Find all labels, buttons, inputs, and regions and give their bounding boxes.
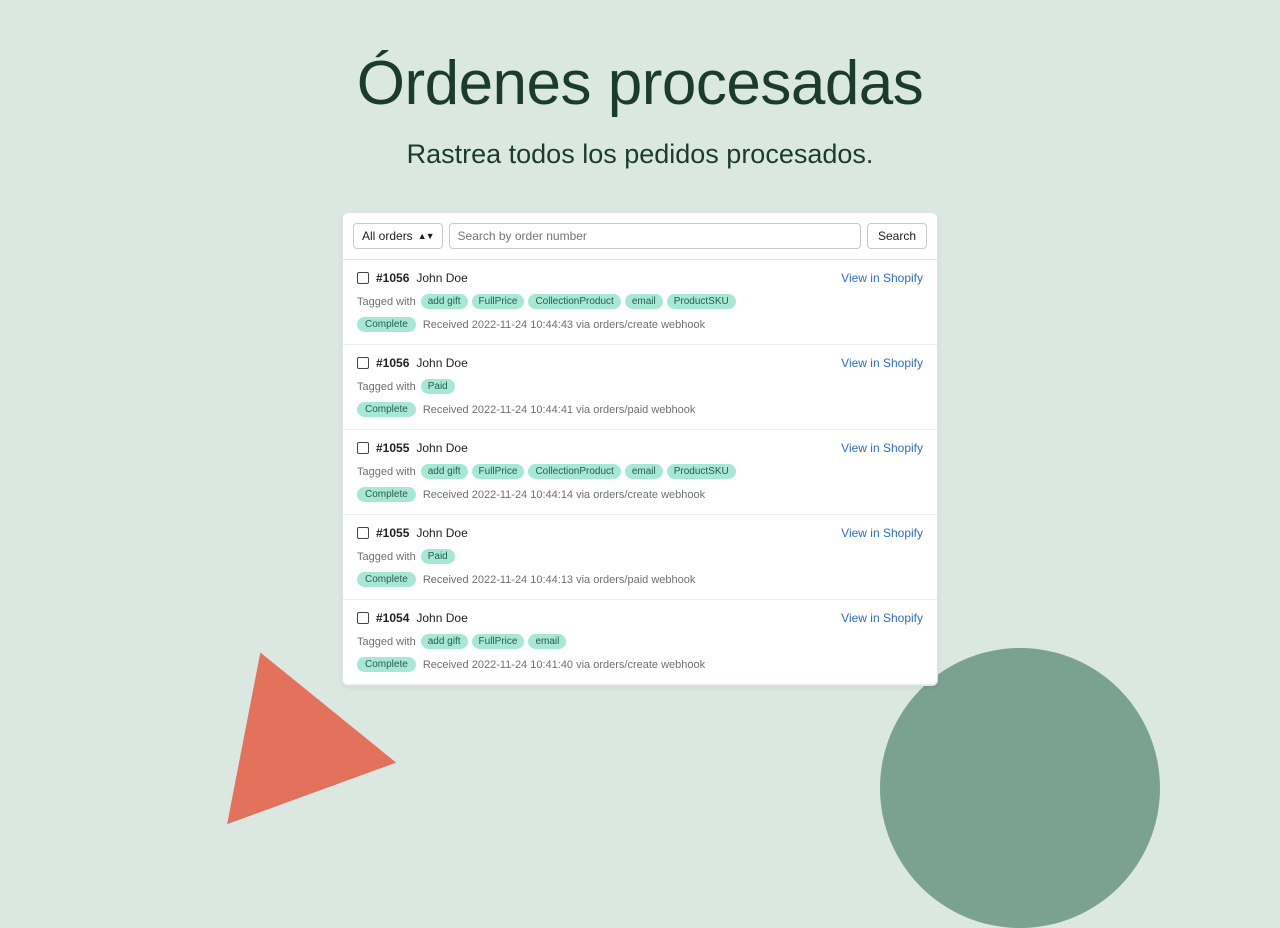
view-in-shopify-link[interactable]: View in Shopify — [841, 356, 923, 370]
tagged-with-label: Tagged with — [357, 636, 416, 648]
tag-pill: add gift — [421, 464, 468, 479]
status-badge: Complete — [357, 657, 416, 672]
tag-pill: FullPrice — [472, 294, 525, 309]
tag-pill: Paid — [421, 379, 455, 394]
order-checkbox[interactable] — [357, 527, 369, 539]
tag-pill: FullPrice — [472, 464, 525, 479]
page-subtitle: Rastrea todos los pedidos procesados. — [0, 139, 1280, 170]
tag-pill: add gift — [421, 634, 468, 649]
tag-pill: email — [625, 464, 663, 479]
tagged-with-label: Tagged with — [357, 466, 416, 478]
received-text: Received 2022-11-24 10:44:13 via orders/… — [423, 574, 696, 586]
view-in-shopify-link[interactable]: View in Shopify — [841, 441, 923, 455]
status-row: Complete Received 2022-11-24 10:41:40 via… — [357, 657, 923, 672]
order-number: #1055 — [376, 441, 409, 455]
sort-icon: ▲▼ — [418, 232, 434, 241]
tag-pill: ProductSKU — [667, 464, 736, 479]
search-input[interactable] — [449, 223, 861, 249]
order-number: #1054 — [376, 611, 409, 625]
status-row: Complete Received 2022-11-24 10:44:41 via… — [357, 402, 923, 417]
tag-pill: email — [528, 634, 566, 649]
order-item: #1056 John Doe View in Shopify Tagged with P… — [343, 345, 937, 430]
status-badge: Complete — [357, 572, 416, 587]
tags-row: Tagged with Paid — [357, 549, 923, 564]
order-item: #1054 John Doe View in Shopify Tagged with a… — [343, 600, 937, 685]
order-checkbox[interactable] — [357, 357, 369, 369]
order-customer-name: John Doe — [416, 271, 467, 285]
order-customer-name: John Doe — [416, 356, 467, 370]
tag-pill: CollectionProduct — [528, 464, 620, 479]
received-text: Received 2022-11-24 10:44:14 via orders/… — [423, 489, 705, 501]
order-head: #1056 John Doe View in Shopify — [357, 356, 923, 370]
order-item: #1055 John Doe View in Shopify Tagged with P… — [343, 515, 937, 600]
view-in-shopify-link[interactable]: View in Shopify — [841, 271, 923, 285]
tag-pill: Paid — [421, 549, 455, 564]
search-button[interactable]: Search — [867, 223, 927, 249]
tags-row: Tagged with add gift FullPriceCollectionPr… — [357, 464, 923, 479]
status-row: Complete Received 2022-11-24 10:44:43 via… — [357, 317, 923, 332]
tags-row: Tagged with Paid — [357, 379, 923, 394]
order-list: #1056 John Doe View in Shopify Tagged with a… — [343, 260, 937, 685]
tag-pill: add gift — [421, 294, 468, 309]
received-text: Received 2022-11-24 10:44:41 via orders/… — [423, 404, 696, 416]
page-title: Órdenes procesadas — [0, 48, 1280, 119]
view-in-shopify-link[interactable]: View in Shopify — [841, 526, 923, 540]
tag-pill: email — [625, 294, 663, 309]
tag-pill: CollectionProduct — [528, 294, 620, 309]
order-head: #1054 John Doe View in Shopify — [357, 611, 923, 625]
orders-panel: All orders ▲▼ Search #1056 John Doe View i… — [342, 212, 938, 686]
tags-row: Tagged with add gift FullPriceemail — [357, 634, 923, 649]
tagged-with-label: Tagged with — [357, 296, 416, 308]
order-checkbox[interactable] — [357, 272, 369, 284]
order-checkbox[interactable] — [357, 612, 369, 624]
order-number: #1056 — [376, 356, 409, 370]
toolbar: All orders ▲▼ Search — [343, 213, 937, 260]
received-text: Received 2022-11-24 10:41:40 via orders/… — [423, 659, 705, 671]
tags-row: Tagged with add gift FullPriceCollectionPr… — [357, 294, 923, 309]
order-number: #1056 — [376, 271, 409, 285]
view-in-shopify-link[interactable]: View in Shopify — [841, 611, 923, 625]
status-row: Complete Received 2022-11-24 10:44:13 via… — [357, 572, 923, 587]
filter-select[interactable]: All orders ▲▼ — [353, 223, 443, 249]
order-customer-name: John Doe — [416, 526, 467, 540]
status-badge: Complete — [357, 487, 416, 502]
order-customer-name: John Doe — [416, 441, 467, 455]
filter-label: All orders — [362, 229, 413, 243]
status-badge: Complete — [357, 402, 416, 417]
order-number: #1055 — [376, 526, 409, 540]
tagged-with-label: Tagged with — [357, 551, 416, 563]
order-head: #1056 John Doe View in Shopify — [357, 271, 923, 285]
tag-pill: ProductSKU — [667, 294, 736, 309]
order-head: #1055 John Doe View in Shopify — [357, 441, 923, 455]
tagged-with-label: Tagged with — [357, 381, 416, 393]
status-badge: Complete — [357, 317, 416, 332]
status-row: Complete Received 2022-11-24 10:44:14 via… — [357, 487, 923, 502]
order-item: #1056 John Doe View in Shopify Tagged with a… — [343, 260, 937, 345]
tag-pill: FullPrice — [472, 634, 525, 649]
order-checkbox[interactable] — [357, 442, 369, 454]
received-text: Received 2022-11-24 10:44:43 via orders/… — [423, 319, 705, 331]
order-item: #1055 John Doe View in Shopify Tagged with a… — [343, 430, 937, 515]
circle-decoration — [880, 648, 1160, 928]
order-head: #1055 John Doe View in Shopify — [357, 526, 923, 540]
order-customer-name: John Doe — [416, 611, 467, 625]
